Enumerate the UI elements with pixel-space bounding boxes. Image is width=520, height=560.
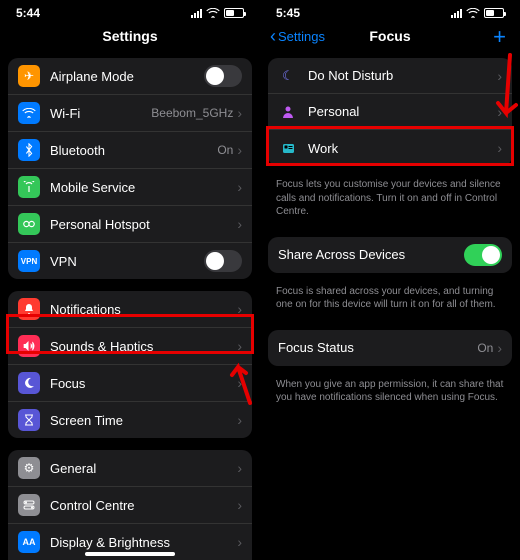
row-notifications[interactable]: Notifications ›: [8, 291, 252, 328]
add-button[interactable]: +: [493, 24, 506, 50]
chevron-icon: ›: [237, 142, 242, 158]
airplane-icon: ✈: [18, 65, 40, 87]
chevron-icon: ›: [237, 338, 242, 354]
status-icons: [451, 8, 504, 18]
focus-screen: 5:45 ‹ Settings Focus + ☾ Do Not Disturb…: [260, 0, 520, 560]
row-screen-time[interactable]: Screen Time ›: [8, 402, 252, 438]
wifi-icon: [18, 102, 40, 124]
brightness-icon: AA: [18, 531, 40, 553]
vpn-icon: VPN: [18, 250, 40, 272]
row-bluetooth[interactable]: Bluetooth On ›: [8, 132, 252, 169]
row-general[interactable]: ⚙ General ›: [8, 450, 252, 487]
status-bar: 5:45: [260, 0, 520, 22]
antenna-icon: [18, 176, 40, 198]
hotspot-icon: [18, 213, 40, 235]
chevron-icon: ›: [237, 105, 242, 121]
chevron-left-icon: ‹: [270, 26, 276, 47]
home-indicator: [85, 552, 175, 556]
status-footer: When you give an app permission, it can …: [260, 378, 520, 415]
signal-icon: [191, 9, 202, 18]
wifi-icon: [466, 8, 480, 18]
clock: 5:45: [276, 6, 300, 20]
badge-icon: [278, 138, 298, 158]
gear-icon: ⚙: [18, 457, 40, 479]
modes-footer: Focus lets you customise your devices an…: [260, 178, 520, 229]
row-wifi[interactable]: Wi-Fi Beebom_5GHz ›: [8, 95, 252, 132]
bluetooth-icon: [18, 139, 40, 161]
vpn-toggle[interactable]: [204, 250, 242, 272]
group-attention: Notifications › Sounds & Haptics › Focus…: [8, 291, 252, 438]
clock: 5:44: [16, 6, 40, 20]
person-icon: [278, 102, 298, 122]
share-toggle[interactable]: [464, 244, 502, 266]
group-connectivity: ✈ Airplane Mode Wi-Fi Beebom_5GHz › Blue…: [8, 58, 252, 279]
switches-icon: [18, 494, 40, 516]
moon-icon: ☾: [278, 66, 298, 86]
battery-icon: [484, 8, 504, 18]
wifi-icon: [206, 8, 220, 18]
sound-icon: [18, 335, 40, 357]
chevron-icon: ›: [237, 460, 242, 476]
row-mobile-service[interactable]: Mobile Service ›: [8, 169, 252, 206]
chevron-icon: ›: [497, 140, 502, 156]
bell-icon: [18, 298, 40, 320]
row-airplane-mode[interactable]: ✈ Airplane Mode: [8, 58, 252, 95]
chevron-icon: ›: [237, 179, 242, 195]
chevron-icon: ›: [237, 216, 242, 232]
status-icons: [191, 8, 244, 18]
chevron-icon: ›: [237, 534, 242, 550]
moon-icon: [18, 372, 40, 394]
group-general: ⚙ General › Control Centre › AA Display …: [8, 450, 252, 560]
chevron-icon: ›: [237, 412, 242, 428]
row-focus[interactable]: Focus ›: [8, 365, 252, 402]
row-control-centre[interactable]: Control Centre ›: [8, 487, 252, 524]
chevron-icon: ›: [237, 301, 242, 317]
row-focus-status[interactable]: Focus Status On ›: [268, 330, 512, 366]
chevron-icon: ›: [497, 340, 502, 356]
row-personal-hotspot[interactable]: Personal Hotspot ›: [8, 206, 252, 243]
share-footer: Focus is shared across your devices, and…: [260, 285, 520, 322]
group-focus-modes: ☾ Do Not Disturb › Personal › Work ›: [268, 58, 512, 166]
chevron-icon: ›: [497, 104, 502, 120]
back-button[interactable]: ‹ Settings: [270, 26, 325, 47]
signal-icon: [451, 9, 462, 18]
row-vpn[interactable]: VPN VPN: [8, 243, 252, 279]
row-work[interactable]: Work ›: [268, 130, 512, 166]
chevron-icon: ›: [237, 375, 242, 391]
group-status: Focus Status On ›: [268, 330, 512, 366]
chevron-icon: ›: [497, 68, 502, 84]
row-do-not-disturb[interactable]: ☾ Do Not Disturb ›: [268, 58, 512, 94]
chevron-icon: ›: [237, 497, 242, 513]
row-share-across-devices[interactable]: Share Across Devices: [268, 237, 512, 273]
row-sounds[interactable]: Sounds & Haptics ›: [8, 328, 252, 365]
status-bar: 5:44: [0, 0, 260, 22]
focus-content: ☾ Do Not Disturb › Personal › Work › Foc…: [260, 50, 520, 560]
airplane-toggle[interactable]: [204, 65, 242, 87]
group-share: Share Across Devices: [268, 237, 512, 273]
settings-screen: 5:44 Settings ✈ Airplane Mode Wi-Fi Beeb…: [0, 0, 260, 560]
row-personal[interactable]: Personal ›: [268, 94, 512, 130]
settings-list: ✈ Airplane Mode Wi-Fi Beebom_5GHz › Blue…: [0, 50, 260, 560]
hourglass-icon: [18, 409, 40, 431]
battery-icon: [224, 8, 244, 18]
